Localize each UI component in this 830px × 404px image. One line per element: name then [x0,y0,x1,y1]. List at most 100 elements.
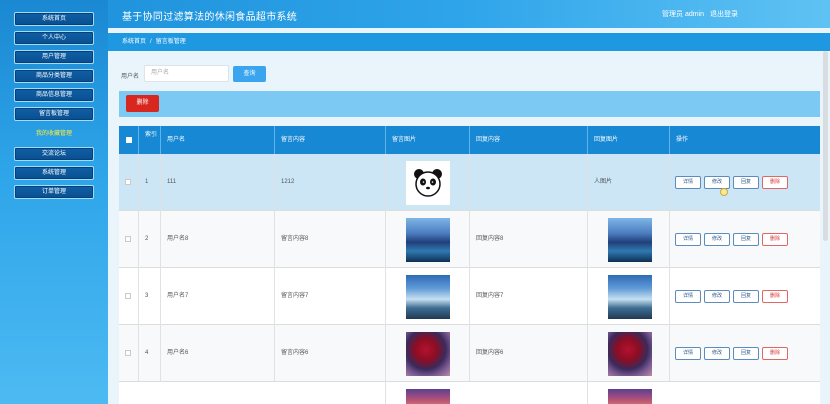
tree-image [406,332,450,376]
bulk-delete-button[interactable]: 删除 [126,95,159,112]
cell-actions: 详情 修改 回复 删除 [669,211,820,268]
action-bar: 删除 [119,91,820,117]
sidebar-item-forum[interactable]: 交流论坛 [14,147,94,161]
row-select-cell [119,211,138,268]
sidebar: 系统首页 个人中心 用户管理 商品分类管理 商品信息管理 留言板管理 我的收藏管… [0,0,108,404]
delete-button[interactable]: 删除 [762,290,788,303]
table-row[interactable]: 1 111 1212 人图片 详情 修改 回复 删除 [119,154,820,211]
cell-image [385,268,469,325]
breadcrumb-home[interactable]: 系统首页 [122,39,146,45]
row-checkbox[interactable] [125,350,131,356]
reply-button[interactable]: 回复 [733,347,759,360]
edit-button[interactable]: 修改 [704,233,730,246]
search-input[interactable]: 用户名 [144,65,229,82]
cell-content: 留言内容7 [274,268,385,325]
header-index: 索引 [138,126,160,154]
sunset-image [406,389,450,404]
table-header: 索引 用户名 留言内容 留言图片 回复内容 回复图片 操作 [119,126,820,154]
edit-button[interactable]: 修改 [704,347,730,360]
breadcrumb: 系统首页 / 留言板管理 [108,33,830,51]
cell-actions: 详情 修改 回复 删除 [669,268,820,325]
main-content: 用户名 用户名 查询 删除 索引 用户名 留言内容 留言图片 回复内容 回复图片… [108,51,830,404]
header-actions: 操作 [669,126,820,154]
header-username: 用户名 [160,126,274,154]
edit-button[interactable]: 修改 [704,290,730,303]
delete-button[interactable]: 删除 [762,347,788,360]
header-select-all[interactable] [119,126,138,154]
header-content: 留言内容 [274,126,385,154]
row-select-cell [119,154,138,211]
cell-image [385,382,469,404]
sidebar-item-profile[interactable]: 个人中心 [14,31,94,45]
cell-reply-image [587,325,669,382]
sidebar-item-users[interactable]: 用户管理 [14,50,94,64]
cell-username: 111 [160,154,274,211]
header-reply-image: 回复图片 [587,126,669,154]
header-image: 留言图片 [385,126,469,154]
row-checkbox[interactable] [125,236,131,242]
cell-actions: 详情 修改 回复 删除 [669,154,820,211]
cell-username: 用户名6 [160,325,274,382]
cell-reply: 回复内容6 [469,325,587,382]
delete-button[interactable]: 删除 [762,176,788,189]
cell-image [385,325,469,382]
sidebar-item-home[interactable]: 系统首页 [14,12,94,26]
cell-reply: 回复内容7 [469,268,587,325]
logout-link[interactable]: 退出登录 [710,9,738,19]
table-row[interactable]: 2 用户名8 留言内容8 回复内容8 详情 修改 回复 删除 [119,211,820,268]
reply-button[interactable]: 回复 [733,233,759,246]
table-row[interactable]: 4 用户名6 留言内容6 回复内容6 详情 修改 回复 删除 [119,325,820,382]
tree-image [608,332,652,376]
cell-actions: 详情 修改 回复 删除 [669,325,820,382]
cell-image [385,154,469,211]
panda-icon [414,169,442,197]
top-header: 基于协同过滤算法的休闲食品超市系统 管理员 admin 退出登录 [0,0,830,28]
select-all-checkbox[interactable] [126,137,132,143]
app-title: 基于协同过滤算法的休闲食品超市系统 [122,12,298,23]
sidebar-item-category[interactable]: 商品分类管理 [14,69,94,83]
waterfall-image [608,275,652,319]
cell-reply: 回复内容8 [469,211,587,268]
cell-username: 用户名8 [160,211,274,268]
table-row[interactable] [119,382,820,404]
search-label: 用户名 [121,74,140,80]
mouse-cursor-icon [720,188,728,196]
detail-button[interactable]: 详情 [675,347,701,360]
waterfall-image [406,275,450,319]
message-table: 索引 用户名 留言内容 留言图片 回复内容 回复图片 操作 1 111 1212 [119,126,820,404]
row-select-cell [119,325,138,382]
sidebar-item-messages[interactable]: 留言板管理 [14,107,94,121]
search-button[interactable]: 查询 [233,66,266,82]
cell-index: 2 [138,211,160,268]
sunset-image [608,389,652,404]
row-select-cell [119,268,138,325]
sidebar-item-orders[interactable]: 订单管理 [14,185,94,199]
row-checkbox[interactable] [125,293,131,299]
header-reply: 回复内容 [469,126,587,154]
cell-reply-image [587,211,669,268]
cell-content: 留言内容8 [274,211,385,268]
cell-index: 4 [138,325,160,382]
page-scrollbar[interactable] [823,51,828,241]
sidebar-item-system[interactable]: 系统管理 [14,166,94,180]
reply-button[interactable]: 回复 [733,176,759,189]
breadcrumb-current: 留言板管理 [155,39,186,45]
detail-button[interactable]: 详情 [675,176,701,189]
cell-image [385,211,469,268]
cell-reply-image [587,268,669,325]
breadcrumb-separator: / [150,39,152,45]
sidebar-item-goods[interactable]: 商品信息管理 [14,88,94,102]
detail-button[interactable]: 详情 [675,290,701,303]
sidebar-item-favorites[interactable]: 我的收藏管理 [14,128,94,137]
lake-image [608,218,652,262]
row-checkbox[interactable] [125,179,131,185]
cell-content: 1212 [274,154,385,211]
cell-content: 留言内容6 [274,325,385,382]
reply-button[interactable]: 回复 [733,290,759,303]
detail-button[interactable]: 详情 [675,233,701,246]
table-row[interactable]: 3 用户名7 留言内容7 回复内容7 详情 修改 回复 删除 [119,268,820,325]
delete-button[interactable]: 删除 [762,233,788,246]
cell-reply [469,154,587,211]
admin-label: 管理员 admin [662,11,705,18]
edit-button[interactable]: 修改 [704,176,730,189]
